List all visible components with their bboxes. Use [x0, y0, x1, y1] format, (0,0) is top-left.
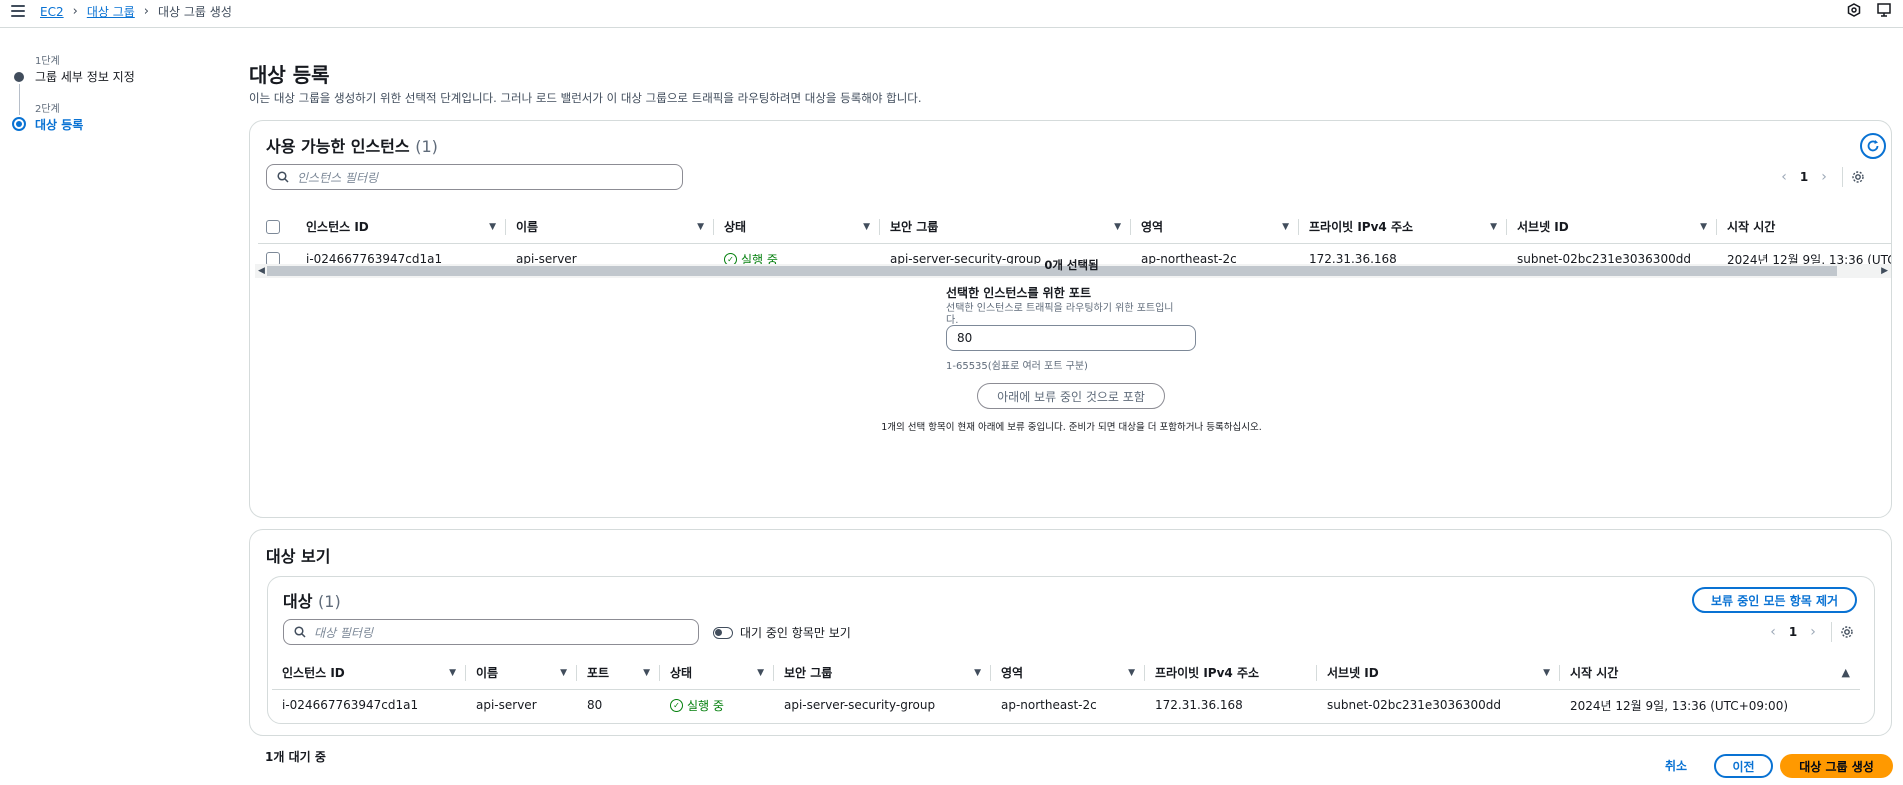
step-1-label[interactable]: 그룹 세부 정보 지정 — [35, 68, 135, 85]
page-description: 이는 대상 그룹을 생성하기 위한 선택적 단계입니다. 그러나 로드 밸런서가… — [249, 91, 922, 105]
gear-icon[interactable] — [1840, 625, 1854, 639]
port-cell: 80 — [587, 698, 603, 713]
subnet-id-cell: subnet-02bc231e3036300dd — [1327, 698, 1501, 713]
column-header[interactable]: 보안 그룹 ▼ — [774, 657, 991, 690]
select-all-checkbox[interactable] — [266, 219, 280, 234]
column-header[interactable]: 서브넷 ID ▼ — [1507, 211, 1717, 244]
step-2-indicator — [12, 117, 26, 131]
status-badge: ✓ 실행 중 — [670, 697, 724, 714]
pending-only-label: 대기 중인 항목만 보기 — [740, 626, 851, 640]
targets-title-text: 대상 — [283, 592, 313, 611]
private-ip-cell: 172.31.36.168 — [1155, 698, 1243, 713]
column-header[interactable]: 이름 ▼ — [466, 657, 577, 690]
step-1-number: 1단계 — [35, 56, 60, 67]
table-header-row: 인스턴스 ID ▼ 이름 ▼ 포트 ▼ 상태 ▼ 보안 그룹 ▼ 영역 ▼ 프라이빗 IPv… — [272, 657, 1860, 690]
port-input[interactable]: 80 — [946, 325, 1196, 351]
previous-button[interactable]: 이전 — [1714, 754, 1773, 778]
pending-note: 1개의 선택 항목이 현재 아래에 보류 중입니다. 준비가 되면 대상을 더 … — [881, 422, 1262, 433]
available-instances-title-text: 사용 가능한 인스턴스 — [266, 137, 410, 156]
review-targets-panel: 대상 보기 대상 (1) 보류 중인 모든 항목 제거 대상 필터링 대기 중인… — [249, 529, 1892, 736]
targets-table: 인스턴스 ID ▼ 이름 ▼ 포트 ▼ 상태 ▼ 보안 그룹 ▼ 영역 ▼ 프라이빗 IPv… — [272, 657, 1860, 721]
breadcrumb-target-groups[interactable]: 대상 그룹 — [87, 3, 135, 20]
include-as-pending-button[interactable]: 아래에 보류 중인 것으로 포함 — [977, 383, 1165, 409]
pending-count: 1개 대기 중 — [265, 750, 326, 764]
launch-time-cell: 2024년 12월 9일, 13:36 (UTC+09:00) — [1570, 698, 1789, 713]
step-2-label: 대상 등록 — [35, 118, 84, 132]
column-header[interactable]: 시작 시간 ▲ — [1560, 657, 1860, 690]
panel-icon[interactable] — [1877, 3, 1891, 17]
next-page-icon[interactable]: › — [1803, 624, 1823, 640]
targets-title: 대상 (1) — [283, 588, 341, 612]
table-row[interactable]: i-024667763947cd1a1 api-server 80 ✓ 실행 중 … — [272, 689, 1860, 721]
instance-filter-input[interactable]: 인스턴스 필터링 — [266, 164, 683, 190]
column-header[interactable]: 포트 ▼ — [577, 657, 660, 690]
instance-filter-placeholder: 인스턴스 필터링 — [297, 170, 379, 185]
page-title: 대상 등록 — [249, 63, 330, 87]
pager-divider — [1831, 622, 1832, 642]
port-hint: 1-65535(쉼표로 여러 포트 구분) — [946, 361, 1088, 372]
next-page-icon[interactable]: › — [1814, 169, 1834, 185]
port-description-1: 선택한 인스턴스로 트래픽을 라우팅하기 위한 포트입니 — [946, 303, 1174, 314]
previous-page-icon[interactable]: ‹ — [1763, 624, 1783, 640]
gear-icon[interactable] — [1851, 170, 1865, 184]
security-group-cell: api-server-security-group — [784, 698, 936, 713]
select-all-header[interactable] — [258, 211, 296, 244]
remove-all-pending-button[interactable]: 보류 중인 모든 항목 제거 — [1692, 587, 1857, 613]
available-pagination: ‹ 1 › — [1774, 167, 1865, 187]
pending-only-toggle[interactable] — [713, 627, 733, 639]
available-instances-panel: 사용 가능한 인스턴스 (1) 인스턴스 필터링 ‹ 1 › 인스턴스 ID ▼ … — [249, 120, 1892, 518]
settings-hex-icon[interactable] — [1847, 3, 1861, 17]
column-header[interactable]: 프라이빗 IPv4 주소 ▼ — [1299, 211, 1507, 244]
zone-cell: ap-northeast-2c — [1001, 698, 1097, 713]
refresh-button[interactable] — [1860, 133, 1886, 159]
column-header[interactable]: 이름 ▼ — [506, 211, 714, 244]
chevron-right-icon: › — [143, 4, 149, 19]
selected-count: 0개 선택됨 — [1044, 258, 1099, 272]
instance-id-cell: i-024667763947cd1a1 — [282, 698, 419, 713]
column-header[interactable]: 보안 그룹 ▼ — [880, 211, 1131, 244]
column-header[interactable]: 서브넷 ID ▼ — [1317, 657, 1560, 690]
current-page[interactable]: 1 — [1794, 170, 1814, 184]
status-cell: ✓ 실행 중 — [660, 689, 774, 721]
top-bar: EC2 › 대상 그룹 › 대상 그룹 생성 — [0, 0, 1903, 28]
menu-icon[interactable] — [11, 5, 25, 17]
search-icon — [294, 626, 306, 638]
column-header[interactable]: 상태 ▼ — [714, 211, 880, 244]
table-header-row: 인스턴스 ID ▼ 이름 ▼ 상태 ▼ 보안 그룹 ▼ 영역 ▼ 프라이빗 IPv4 주소… — [258, 211, 1891, 244]
breadcrumb: EC2 › 대상 그룹 › 대상 그룹 생성 — [40, 3, 232, 20]
pager-divider — [1842, 167, 1843, 187]
column-header[interactable]: 상태 ▼ — [660, 657, 774, 690]
column-header[interactable]: 인스턴스 ID ▼ — [296, 211, 506, 244]
check-circle-icon: ✓ — [670, 699, 683, 712]
targets-container: 대상 (1) 보류 중인 모든 항목 제거 대상 필터링 대기 중인 항목만 보… — [267, 576, 1875, 724]
targets-pagination: ‹ 1 › — [1763, 622, 1854, 642]
step-2-number: 2단계 — [35, 104, 60, 115]
cancel-button[interactable]: 취소 — [1665, 757, 1687, 774]
step-connector — [19, 84, 20, 115]
column-header[interactable]: 인스턴스 ID ▼ — [272, 657, 466, 690]
column-header[interactable]: 영역 ▼ — [991, 657, 1145, 690]
name-cell: api-server — [476, 698, 537, 713]
step-1-indicator — [14, 72, 24, 82]
target-filter-input[interactable]: 대상 필터링 — [283, 619, 699, 645]
breadcrumb-current: 대상 그룹 생성 — [158, 5, 232, 19]
column-header[interactable]: 시작 시간 — [1717, 211, 1891, 244]
target-filter-placeholder: 대상 필터링 — [314, 625, 374, 640]
review-targets-title: 대상 보기 — [266, 547, 331, 566]
search-icon — [277, 171, 289, 183]
refresh-icon — [1867, 140, 1879, 152]
previous-page-icon[interactable]: ‹ — [1774, 169, 1794, 185]
column-header[interactable]: 프라이빗 IPv4 주소 — [1145, 657, 1317, 690]
current-page[interactable]: 1 — [1783, 625, 1803, 639]
chevron-right-icon: › — [72, 4, 78, 19]
targets-count: (1) — [318, 592, 341, 611]
port-input-value: 80 — [957, 331, 973, 345]
column-header[interactable]: 영역 ▼ — [1131, 211, 1299, 244]
breadcrumb-ec2[interactable]: EC2 — [40, 5, 64, 19]
available-instances-count: (1) — [415, 137, 438, 156]
create-target-group-button[interactable]: 대상 그룹 생성 — [1780, 754, 1893, 778]
port-description-2: 다. — [946, 315, 959, 326]
available-instances-title: 사용 가능한 인스턴스 (1) — [266, 133, 438, 157]
